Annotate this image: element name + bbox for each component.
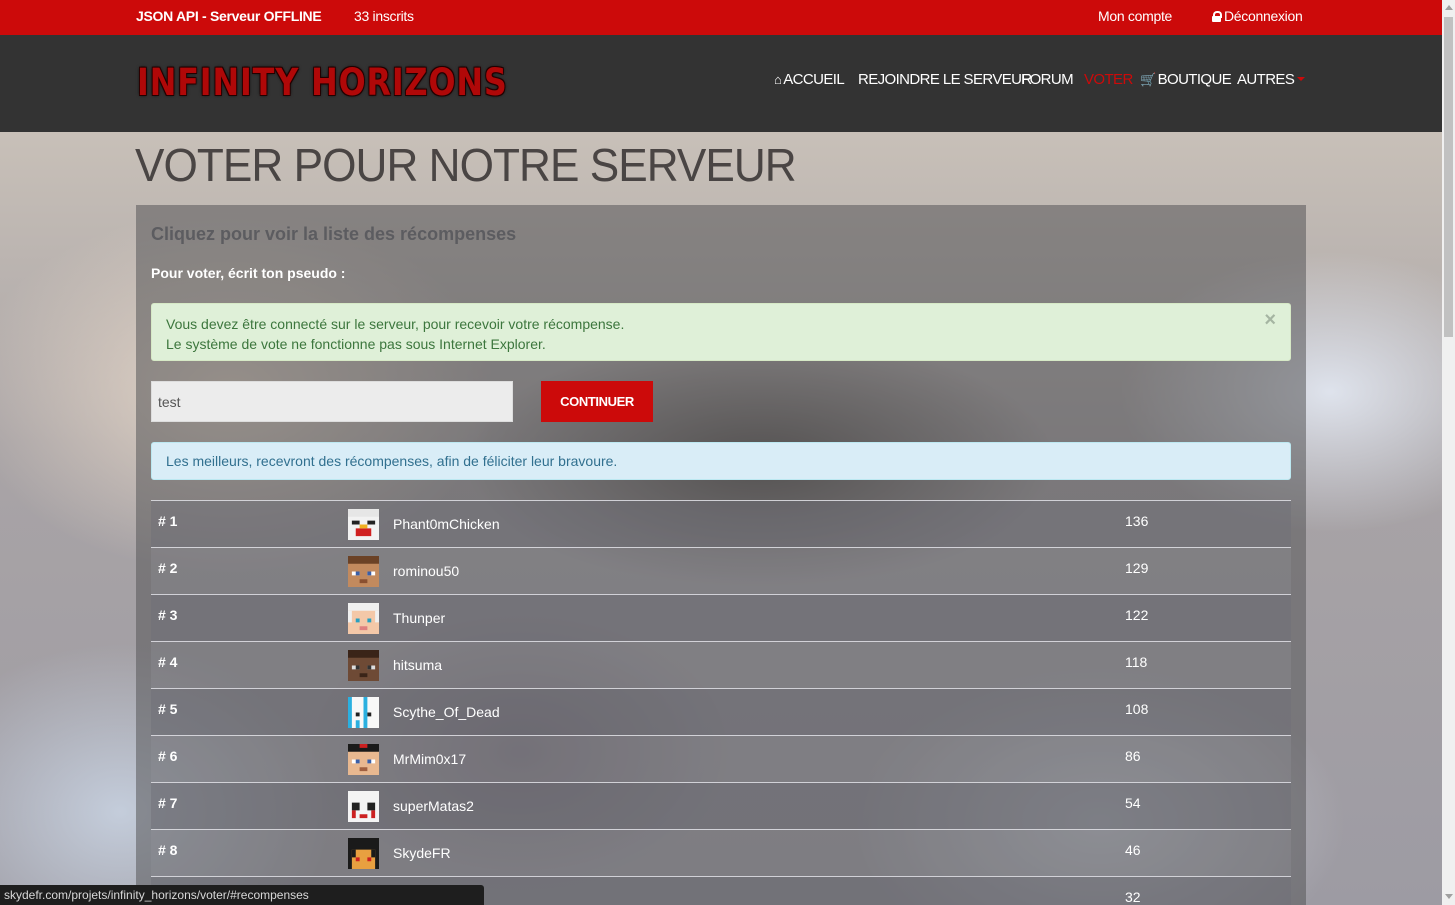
table-row: # 2 rominou50 129 [151, 547, 1291, 594]
main-navbar: INFINITY HORIZONS ⌂ ACCUEIL REJOINDRE LE … [0, 35, 1442, 132]
avatar [348, 509, 379, 540]
votes-cell: 118 [1125, 654, 1148, 670]
nav-item-boutique[interactable]: 🛒 BOUTIQUE [1140, 71, 1232, 88]
votes-cell: 136 [1125, 513, 1149, 529]
top-bar: JSON API - Serveur OFFLINE 33 inscrits M… [0, 0, 1442, 35]
votes-cell: 122 [1125, 607, 1149, 623]
table-row: # 7 superMatas2 54 [151, 782, 1291, 829]
api-status-text: JSON API - Serveur OFFLINE [136, 8, 322, 24]
pseudo-cell: Phant0mChicken [393, 516, 500, 532]
ranking-table: # 1 Phant0mChicken 136 # 2 rominou50 129… [151, 500, 1291, 905]
site-logo[interactable]: INFINITY HORIZONS [137, 61, 508, 104]
pseudo-cell: MrMim0x17 [393, 751, 467, 767]
pseudo-input[interactable] [151, 381, 513, 422]
table-row: # 3 Thunper 122 [151, 594, 1291, 641]
vote-panel: Cliquez pour voir la liste des récompens… [136, 205, 1306, 905]
avatar [348, 791, 379, 822]
info-alert: Les meilleurs, recevront des récompenses… [151, 442, 1291, 480]
nav-item-label: BOUTIQUE [1157, 71, 1232, 88]
lock-icon [1212, 11, 1222, 22]
rank-cell: # 5 [158, 701, 178, 717]
scroll-thumb[interactable] [1444, 17, 1453, 337]
pseudo-cell: rominou50 [393, 563, 460, 579]
nav-item-autres[interactable]: AUTRES [1237, 71, 1306, 88]
home-icon: ⌂ [774, 72, 782, 87]
nav-item-label: ACCUEIL [783, 71, 845, 88]
rank-cell: # 4 [158, 654, 178, 670]
table-row: # 8 SkydeFR 46 [151, 829, 1291, 876]
close-icon[interactable]: × [1264, 310, 1276, 330]
pseudo-cell: Thunper [393, 610, 446, 626]
cart-icon: 🛒 [1140, 72, 1156, 87]
rank-cell: # 3 [158, 607, 178, 623]
avatar [348, 744, 379, 775]
scroll-down-icon[interactable] [1445, 894, 1453, 899]
alert-line: Le système de vote ne fonctionne pas sou… [166, 336, 546, 352]
rank-cell: # 1 [158, 513, 178, 529]
nav-item-label: AUTRES [1237, 71, 1295, 88]
rank-cell: # 6 [158, 748, 178, 764]
nav-item-rejoindre[interactable]: REJOINDRE LE SERVEUR [858, 71, 1032, 88]
avatar [348, 603, 379, 634]
pseudo-cell: SkydeFR [393, 845, 451, 861]
scrollbar[interactable] [1442, 0, 1455, 905]
scroll-up-icon[interactable] [1445, 5, 1453, 10]
logout-link[interactable]: Déconnexion [1212, 8, 1303, 24]
avatar [348, 697, 379, 728]
registered-count: 33 inscrits [354, 8, 414, 24]
votes-cell: 32 [1125, 889, 1141, 905]
rank-cell: # 2 [158, 560, 178, 576]
avatar [348, 556, 379, 587]
rank-cell: # 8 [158, 842, 178, 858]
my-account-link[interactable]: Mon compte [1098, 8, 1172, 24]
votes-cell: 46 [1125, 842, 1141, 858]
pseudo-cell: Scythe_Of_Dead [393, 704, 500, 720]
table-row: # 4 hitsuma 118 [151, 641, 1291, 688]
rank-cell: # 7 [158, 795, 178, 811]
avatar [348, 838, 379, 869]
nav-item-accueil[interactable]: ⌂ ACCUEIL [774, 71, 845, 88]
table-row: # 1 Phant0mChicken 136 [151, 500, 1291, 547]
page-title: VOTER POUR NOTRE SERVEUR [135, 139, 797, 191]
pseudo-cell: superMatas2 [393, 798, 474, 814]
success-alert: Vous devez être connecté sur le serveur,… [151, 303, 1291, 361]
continue-button[interactable]: CONTINUER [541, 381, 653, 422]
table-row: # 6 MrMim0x17 86 [151, 735, 1291, 782]
avatar [348, 650, 379, 681]
nav-item-forum[interactable]: FORUM [1021, 71, 1074, 88]
votes-cell: 108 [1125, 701, 1149, 717]
caret-down-icon [1297, 77, 1306, 81]
vote-label: Pour voter, écrit ton pseudo : [151, 265, 346, 281]
votes-cell: 54 [1125, 795, 1141, 811]
votes-cell: 86 [1125, 748, 1141, 764]
nav-item-voter[interactable]: VOTER [1084, 71, 1133, 88]
votes-cell: 129 [1125, 560, 1149, 576]
table-row: # 5 Scythe_Of_Dead 108 [151, 688, 1291, 735]
pseudo-cell: hitsuma [393, 657, 443, 673]
alert-line: Vous devez être connecté sur le serveur,… [166, 316, 625, 332]
logout-label: Déconnexion [1224, 8, 1303, 24]
browser-status-bar: skydefr.com/projets/infinity_horizons/vo… [0, 885, 484, 905]
rewards-link[interactable]: Cliquez pour voir la liste des récompens… [151, 224, 516, 245]
